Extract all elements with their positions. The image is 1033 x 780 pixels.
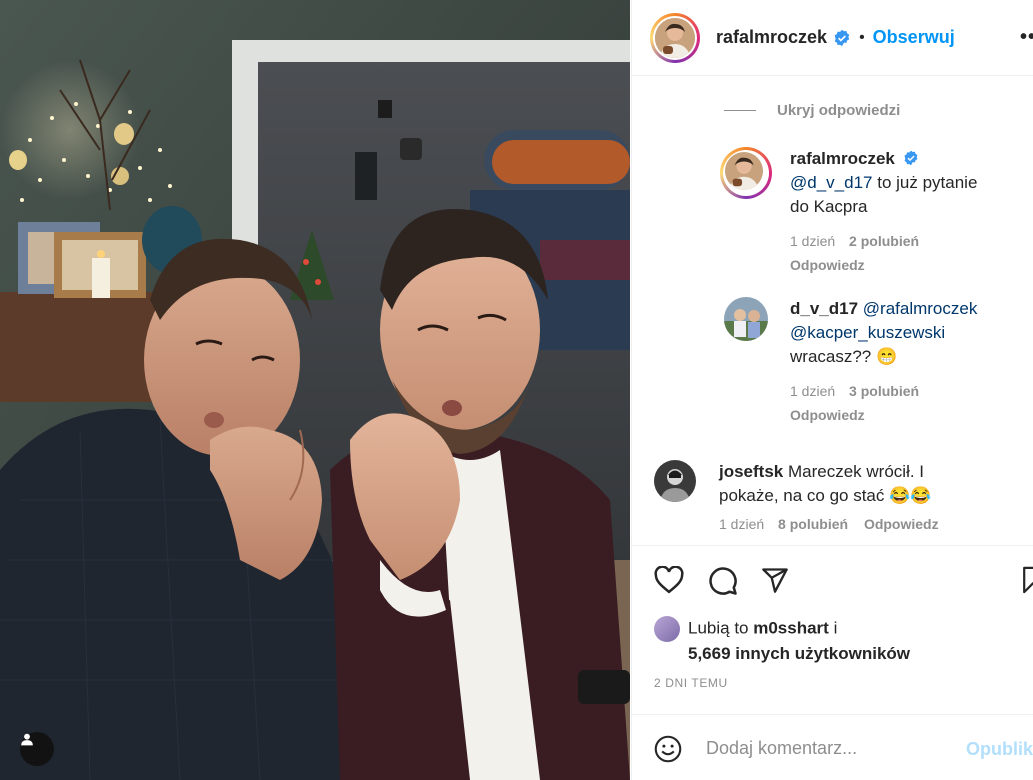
likes-count[interactable]: 5,669 innych użytkowników [688,644,910,663]
verified-badge-icon [904,150,918,166]
comment-time: 1 dzień [719,516,765,532]
header-separator: • [859,28,865,46]
commenter-username[interactable]: d_v_d17 [790,299,858,318]
comment-likes-count[interactable]: 8 polubień [778,516,848,532]
comment-meta: 1 dzień 3 polubień Odpowiedz [790,379,977,427]
replies-divider-line [724,110,756,111]
comment-text-continued: do Kacpra [790,197,868,216]
verified-badge-icon [834,29,850,46]
list-item: d_v_d17 @rafalmroczek @kacper_kuszewski … [724,297,977,427]
publish-button[interactable]: Opublikuj [966,739,1033,760]
comment-time: 1 dzień [790,233,836,249]
comment-mention[interactable]: @kacper_kuszewski [790,321,977,345]
commenter-username[interactable]: joseftsk [719,462,783,481]
comment-mention[interactable]: @rafalmroczek [863,299,978,318]
post-timestamp[interactable]: 2 DNI TEMU [654,676,728,690]
comments-list[interactable]: Ukryj odpowiedzi rafalmroczek @d_v_d17 t… [632,77,1033,544]
comment-meta: 1 dzień 2 polubień Odpowiedz [790,229,977,277]
comment-likes-count[interactable]: 2 polubień [849,233,919,249]
comment-text: wracasz?? 😁 [790,347,898,366]
follow-button[interactable]: Obserwuj [873,27,955,48]
share-icon[interactable] [760,566,790,594]
more-options-icon[interactable]: •• [1020,26,1033,49]
comment-meta: 1 dzień 8 polubień Odpowiedz [719,512,939,536]
user-tag-icon [21,733,33,746]
comment-text: Mareczek wrócił. I [787,462,925,481]
list-item: joseftsk Mareczek wrócił. I pokaże, na c… [654,460,939,536]
liker-avatar[interactable] [654,616,680,642]
comment-icon[interactable] [708,566,738,596]
likes-prefix: Lubią to [688,618,754,638]
comment-input[interactable] [706,733,956,763]
post-header: rafalmroczek • Obserwuj •• [632,0,1033,76]
author-avatar[interactable] [650,12,700,63]
hide-replies-label: Ukryj odpowiedzi [777,102,901,119]
reply-button[interactable]: Odpowiedz [790,407,865,423]
comment-likes-count[interactable]: 3 polubień [849,383,919,399]
liker-username[interactable]: m0sshart [753,618,829,637]
list-item: rafalmroczek @d_v_d17 to już pytanie do … [720,147,977,277]
reply-button[interactable]: Odpowiedz [864,516,939,532]
comment-time: 1 dzień [790,383,836,399]
comment-text-continued: pokaże, na co go stać 😂😂 [719,486,932,505]
author-username[interactable]: rafalmroczek [716,27,827,48]
post-photo[interactable] [0,0,630,780]
comment-mention[interactable]: @d_v_d17 [790,173,873,192]
commenter-avatar[interactable] [720,147,772,199]
post-side-panel: rafalmroczek • Obserwuj •• Ukryj odpowie… [631,0,1033,780]
commenter-avatar[interactable] [724,297,768,341]
post-image [0,0,630,780]
hide-replies-button[interactable]: Ukryj odpowiedzi [724,102,900,119]
reply-button[interactable]: Odpowiedz [790,257,865,273]
comment-text: to już pytanie [872,173,978,192]
commenter-avatar[interactable] [654,460,696,502]
heart-icon[interactable] [654,566,684,594]
likes-summary: Lubią to m0sshart i 5,669 innych użytkow… [654,616,910,666]
user-tag-button[interactable] [20,732,54,766]
emoji-icon[interactable] [654,735,682,763]
post-actions-bar [632,545,1033,609]
commenter-username[interactable]: rafalmroczek [790,149,895,168]
likes-suffix: i [828,618,838,638]
add-comment-bar: Opublikuj [632,714,1033,780]
bookmark-icon[interactable] [1022,566,1033,594]
